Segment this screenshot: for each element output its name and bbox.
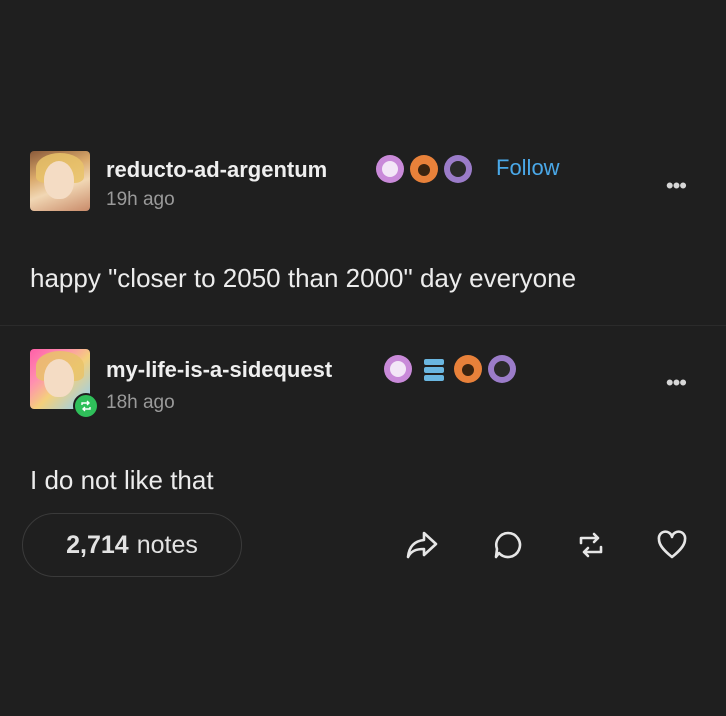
post-original: reducto-ad-argentum Follow 19h ago ••• h… [0, 145, 726, 293]
notes-count: 2,714 [66, 530, 129, 559]
user-badges [376, 155, 472, 183]
post-text: happy "closer to 2050 than 2000" day eve… [30, 263, 577, 293]
cat-badge-icon[interactable] [444, 155, 472, 183]
post-text: I do not like that [30, 465, 214, 495]
user-badges [384, 355, 516, 383]
follow-button[interactable]: Follow [496, 155, 560, 181]
notes-label: notes [136, 530, 198, 559]
paw-badge-icon[interactable] [454, 355, 482, 383]
post-header: my-life-is-a-sidequest 18h ago ••• [0, 345, 726, 419]
username[interactable]: reducto-ad-argentum [106, 157, 327, 183]
avatar-face [44, 161, 74, 199]
avatar-face [44, 359, 74, 397]
avatar[interactable] [30, 151, 90, 211]
reblog-badge-icon [73, 393, 99, 419]
reply-icon[interactable] [490, 527, 526, 563]
reblog-icon[interactable] [573, 527, 609, 563]
paw-badge-icon[interactable] [376, 155, 404, 183]
stack-badge-icon[interactable] [418, 355, 448, 383]
post-reblog: my-life-is-a-sidequest 18h ago ••• I do … [0, 345, 726, 495]
heart-icon[interactable] [654, 527, 690, 563]
post-header: reducto-ad-argentum Follow 19h ago ••• [0, 145, 726, 215]
notes-button[interactable]: 2,714 notes [22, 513, 242, 577]
username[interactable]: my-life-is-a-sidequest [106, 357, 332, 383]
more-options-icon[interactable]: ••• [666, 175, 687, 197]
paw-badge-icon[interactable] [384, 355, 412, 383]
share-icon[interactable] [404, 527, 440, 563]
post-footer: 2,714 notes [0, 513, 726, 579]
paw-badge-icon[interactable] [410, 155, 438, 183]
more-options-icon[interactable]: ••• [666, 372, 687, 394]
cat-badge-icon[interactable] [488, 355, 516, 383]
post-time: 18h ago [106, 392, 175, 413]
divider [0, 325, 726, 326]
post-time: 19h ago [106, 189, 175, 210]
